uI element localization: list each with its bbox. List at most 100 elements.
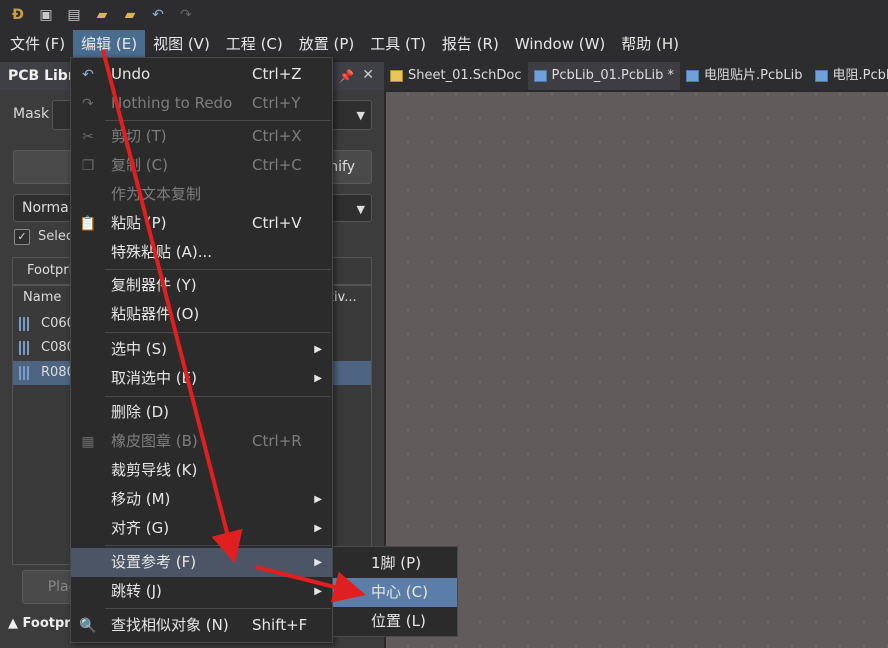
- close-icon[interactable]: ✕: [362, 67, 374, 83]
- menu-item-label: 作为文本复制: [111, 185, 202, 203]
- document-tabs: Sheet_01.SchDoc PcbLib_01.PcbLib * 电阻贴片.…: [384, 62, 888, 90]
- menu-separator: [105, 608, 331, 609]
- menu-item-redo[interactable]: ↷ Nothing to Redo Ctrl+Y: [71, 89, 332, 118]
- pcb-editor-canvas[interactable]: [386, 92, 888, 648]
- menu-item-label: 特殊粘贴 (A)...: [111, 243, 213, 261]
- submenu-arrow-icon: ▶: [314, 586, 322, 597]
- footprint-icon: [19, 341, 31, 355]
- pcb-lib-icon: [686, 70, 700, 82]
- menu-item-duplicate-component[interactable]: 复制器件 (Y): [71, 271, 332, 300]
- menu-item-label: 查找相似对象 (N): [111, 616, 229, 634]
- tab-sheet-01-schdoc[interactable]: Sheet_01.SchDoc: [384, 62, 528, 90]
- submenu-arrow-icon: ▶: [314, 557, 322, 568]
- menu-project[interactable]: 工程 (C): [218, 30, 291, 59]
- menu-tools[interactable]: 工具 (T): [362, 30, 434, 59]
- menu-bar: 文件 (F) 编辑 (E) 视图 (V) 工程 (C) 放置 (P) 工具 (T…: [0, 30, 888, 59]
- menu-item-select[interactable]: 选中 (S) ▶: [71, 335, 332, 364]
- menu-item-paste-special[interactable]: 特殊粘贴 (A)...: [71, 238, 332, 267]
- menu-item-label: 选中 (S): [111, 340, 167, 358]
- search-icon: 🔍: [79, 618, 97, 634]
- open-project-icon[interactable]: ▰: [116, 1, 144, 29]
- set-reference-submenu: 1脚 (P) 中心 (C) 位置 (L): [332, 546, 458, 637]
- menu-item-label: Nothing to Redo: [111, 94, 233, 112]
- magnify-button-label: nify: [329, 159, 355, 175]
- tab-label: PcbLib_01.PcbLib *: [551, 68, 675, 83]
- copy-icon: ❐: [81, 158, 95, 174]
- open-folder-icon[interactable]: ▰: [88, 1, 116, 29]
- menu-item-paste[interactable]: 📋 粘贴 (P) Ctrl+V: [71, 209, 332, 238]
- menu-item-slice-tracks[interactable]: 裁剪导线 (K): [71, 456, 332, 485]
- menu-item-label: 复制 (C): [111, 156, 168, 174]
- pcb-lib-icon: [814, 70, 828, 82]
- chevron-down-icon: ▼: [356, 203, 365, 216]
- menu-item-cut[interactable]: ✂ 剪切 (T) Ctrl+X: [71, 122, 332, 151]
- tab-label: 电阻.PcbLib: [832, 68, 888, 83]
- select-checkbox[interactable]: ✓: [14, 229, 30, 245]
- save-all-icon[interactable]: ▤: [60, 1, 88, 29]
- redo-icon[interactable]: ↷: [172, 1, 200, 29]
- menu-item-shortcut: Shift+F: [252, 616, 308, 634]
- footprint-icon: [19, 366, 31, 380]
- footprint-section-label: Footpr: [22, 616, 71, 631]
- menu-item-set-reference[interactable]: 设置参考 (F) ▶: [71, 548, 332, 577]
- menu-item-rubber-stamp[interactable]: ▦ 橡皮图章 (B) Ctrl+R: [71, 427, 332, 456]
- menu-item-jump[interactable]: 跳转 (J) ▶: [71, 577, 332, 606]
- tab-resistor-smd-pcblib[interactable]: 电阻贴片.PcbLib: [680, 62, 808, 90]
- undo-icon: ↶: [82, 67, 94, 83]
- menu-item-undo[interactable]: ↶ Undo Ctrl+Z: [71, 60, 332, 89]
- undo-icon[interactable]: ↶: [144, 1, 172, 29]
- menu-item-label: 裁剪导线 (K): [111, 461, 198, 479]
- menu-item-shortcut: Ctrl+R: [252, 432, 302, 450]
- menu-separator: [105, 396, 331, 397]
- redo-icon: ↷: [82, 96, 94, 112]
- menu-place[interactable]: 放置 (P): [291, 30, 363, 59]
- footprint-section-toggle[interactable]: ▲ Footpr: [8, 616, 71, 631]
- menu-item-move[interactable]: 移动 (M) ▶: [71, 485, 332, 514]
- menu-separator: [105, 545, 331, 546]
- footprint-icon: [19, 317, 31, 331]
- submenu-arrow-icon: ▶: [314, 344, 322, 355]
- quick-access-toolbar: Ð ▣ ▤ ▰ ▰ ↶ ↷: [0, 0, 888, 30]
- menu-item-label: 对齐 (G): [111, 519, 170, 537]
- menu-item-align[interactable]: 对齐 (G) ▶: [71, 514, 332, 543]
- column-header-name[interactable]: Name: [23, 286, 61, 310]
- submenu-item-label: 中心 (C): [371, 583, 428, 601]
- submenu-item-location[interactable]: 位置 (L): [333, 607, 457, 636]
- tab-label: 电阻贴片.PcbLib: [704, 68, 803, 83]
- tab-pcblib-01[interactable]: PcbLib_01.PcbLib *: [527, 62, 681, 90]
- menu-item-copy[interactable]: ❐ 复制 (C) Ctrl+C: [71, 151, 332, 180]
- submenu-item-label: 1脚 (P): [371, 554, 422, 572]
- submenu-arrow-icon: ▶: [314, 523, 322, 534]
- tab-resistor-pcblib[interactable]: 电阻.PcbLib: [809, 62, 888, 90]
- schematic-doc-icon: [390, 70, 403, 82]
- menu-item-label: 复制器件 (Y): [111, 276, 197, 294]
- menu-item-deselect[interactable]: 取消选中 (E) ▶: [71, 364, 332, 393]
- submenu-item-label: 位置 (L): [371, 612, 426, 630]
- menu-edit[interactable]: 编辑 (E): [73, 30, 146, 59]
- menu-item-label: 删除 (D): [111, 403, 170, 421]
- menu-item-delete[interactable]: 删除 (D): [71, 398, 332, 427]
- menu-help[interactable]: 帮助 (H): [613, 30, 687, 59]
- menu-item-label: 粘贴器件 (O): [111, 305, 200, 323]
- save-icon[interactable]: ▣: [32, 1, 60, 29]
- menu-view[interactable]: 视图 (V): [145, 30, 218, 59]
- menu-item-label: 剪切 (T): [111, 127, 167, 145]
- menu-file[interactable]: 文件 (F): [2, 30, 73, 59]
- menu-item-shortcut: Ctrl+Z: [252, 65, 302, 83]
- menu-separator: [105, 269, 331, 270]
- submenu-item-center[interactable]: 中心 (C): [333, 578, 457, 607]
- menu-reports[interactable]: 报告 (R): [434, 30, 507, 59]
- menu-item-paste-component[interactable]: 粘贴器件 (O): [71, 300, 332, 329]
- menu-item-label: 取消选中 (E): [111, 369, 197, 387]
- menu-item-label: 粘贴 (P): [111, 214, 167, 232]
- menu-window[interactable]: Window (W): [507, 30, 613, 59]
- mask-label: Mask: [13, 106, 50, 122]
- pin-icon[interactable]: 📌: [339, 69, 354, 83]
- submenu-item-pin1[interactable]: 1脚 (P): [333, 549, 457, 578]
- app-logo-icon[interactable]: Ð: [4, 1, 32, 29]
- menu-item-copy-as-text[interactable]: 作为文本复制: [71, 180, 332, 209]
- pcb-lib-icon: [533, 70, 547, 82]
- menu-item-label: Undo: [111, 65, 151, 83]
- menu-item-find-similar[interactable]: 🔍 查找相似对象 (N) Shift+F: [71, 611, 332, 640]
- menu-item-label: 移动 (M): [111, 490, 171, 508]
